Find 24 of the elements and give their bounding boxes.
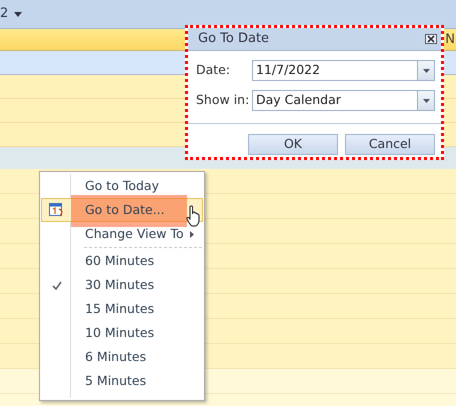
calendar-icon xyxy=(49,202,65,218)
dropdown-arrow-icon xyxy=(422,98,430,102)
dropdown-field[interactable]: Day Calendar xyxy=(252,90,435,111)
menu-item[interactable]: 6 Minutes xyxy=(41,345,203,369)
dropdown-arrow-icon xyxy=(422,68,430,72)
menu-item[interactable]: 10 Minutes xyxy=(41,321,203,345)
menu-item[interactable]: 30 Minutes xyxy=(41,273,203,297)
hand-cursor-icon xyxy=(185,205,202,227)
menu-item[interactable]: 60 Minutes xyxy=(41,249,203,273)
caret-icon[interactable] xyxy=(14,12,22,16)
submenu-arrow-icon xyxy=(190,231,194,238)
dropdown-field[interactable]: 11/7/2022 xyxy=(252,60,435,81)
close-icon[interactable] xyxy=(425,34,437,44)
field-label: Date: xyxy=(196,61,232,80)
menu-item[interactable]: Go to Today xyxy=(41,174,203,198)
menu-item[interactable]: 15 Minutes xyxy=(41,297,203,321)
dialog-button[interactable]: OK xyxy=(248,134,338,155)
dialog-title: Go To Date xyxy=(198,30,270,48)
dialog-button[interactable]: Cancel xyxy=(345,134,435,155)
toolbar-text: 2 xyxy=(0,5,8,24)
menu-item[interactable]: Change View To xyxy=(41,222,203,246)
menu-item[interactable]: 5 Minutes xyxy=(41,369,203,393)
field-label: Show in: xyxy=(196,91,250,110)
column-header: N xyxy=(445,30,455,49)
